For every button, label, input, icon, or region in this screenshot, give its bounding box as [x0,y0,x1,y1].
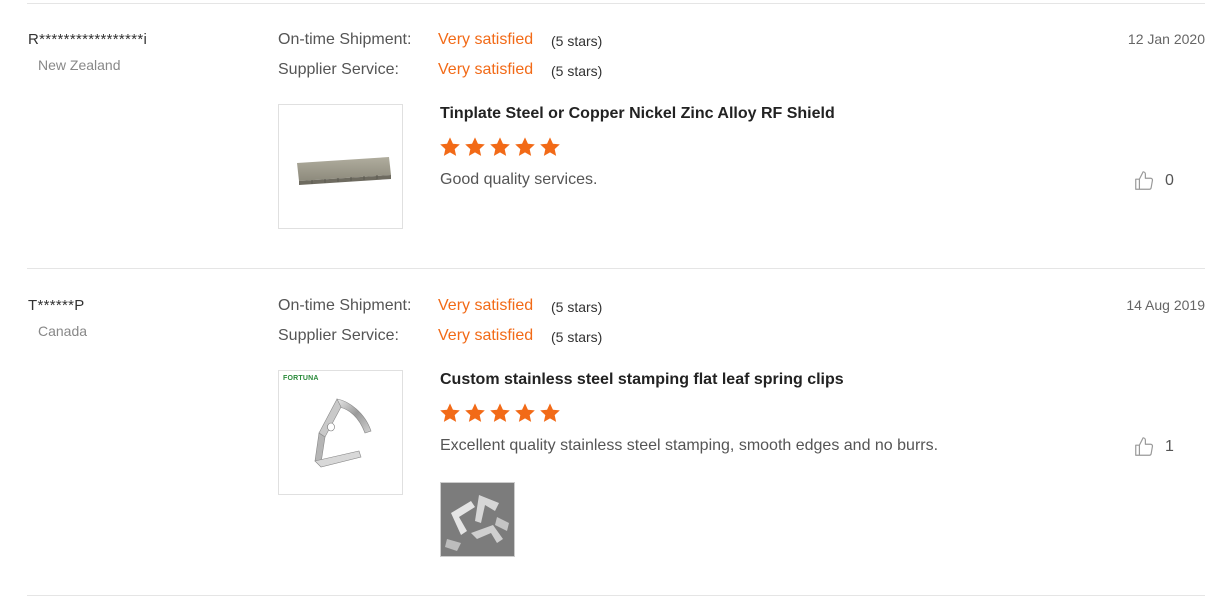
product-rating-stars [439,136,561,158]
supplier-service-stars: (5 stars) [551,63,603,79]
review-date: 12 Jan 2020 [1127,31,1205,47]
star-icon [515,137,535,156]
supplier-service-label: Supplier Service: [278,61,399,78]
like-button[interactable]: 1 [1133,436,1174,458]
review-comment: Good quality services. [440,171,598,188]
star-icon [540,137,560,156]
brand-logo: FORTUNA [283,375,319,382]
star-icon [490,137,510,156]
product-rating-stars [439,402,561,424]
supplier-service-stars: (5 stars) [551,329,603,345]
thumbs-up-icon [1135,171,1154,190]
rf-shield-image [297,157,391,185]
review-divider [27,268,1205,269]
like-count: 0 [1165,172,1174,189]
product-thumbnail[interactable] [278,104,403,229]
like-count: 1 [1165,438,1174,455]
review-date: 14 Aug 2019 [1126,297,1205,313]
like-button[interactable]: 0 [1133,170,1174,192]
star-icon [440,137,460,156]
spring-clip-image [314,398,372,468]
on-time-shipment-stars: (5 stars) [551,299,603,315]
star-icon [440,403,460,422]
star-icon [465,137,485,156]
supplier-service-label: Supplier Service: [278,327,399,344]
top-divider [27,3,1205,4]
thumbs-up-icon [1135,437,1154,456]
review-comment: Excellent quality stainless steel stampi… [440,437,939,454]
buyer-name: T******P [28,297,85,314]
star-icon [465,403,485,422]
review-photo-image [441,483,514,556]
product-title[interactable]: Tinplate Steel or Copper Nickel Zinc All… [440,105,835,123]
on-time-shipment-stars: (5 stars) [551,33,603,49]
buyer-country: Canada [38,323,88,339]
bottom-divider [27,595,1205,596]
buyer-name: R*****************i [28,31,148,48]
supplier-service-value: Very satisfied [438,327,534,344]
supplier-service-value: Very satisfied [438,61,534,78]
star-icon [490,403,510,422]
on-time-shipment-label: On-time Shipment: [278,297,412,314]
star-icon [540,403,560,422]
product-title[interactable]: Custom stainless steel stamping flat lea… [440,371,844,389]
on-time-shipment-value: Very satisfied [438,297,534,314]
buyer-country: New Zealand [38,57,121,73]
review-photo[interactable] [440,482,515,557]
on-time-shipment-label: On-time Shipment: [278,31,412,48]
product-thumbnail[interactable]: FORTUNA [278,370,403,495]
star-icon [515,403,535,422]
on-time-shipment-value: Very satisfied [438,31,534,48]
